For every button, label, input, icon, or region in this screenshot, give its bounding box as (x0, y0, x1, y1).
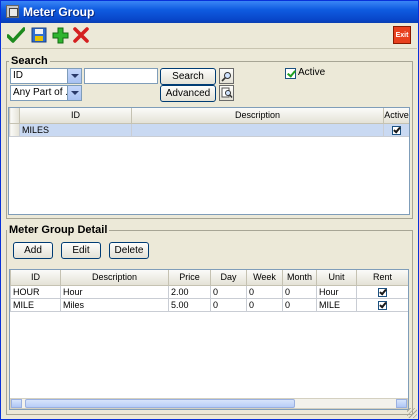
cell-day[interactable]: 0 (210, 284, 247, 299)
cell-price[interactable]: 5.00 (168, 297, 211, 312)
magnifier-icon (221, 71, 231, 82)
rent-checkbox[interactable] (378, 287, 387, 297)
advanced-button-label: Advanced (165, 88, 211, 99)
cell-description[interactable]: Miles (60, 297, 169, 312)
title-bar[interactable]: Meter Group (1, 1, 418, 23)
advanced-search-icon-button[interactable] (219, 85, 234, 101)
cell-id[interactable]: HOUR (10, 284, 61, 299)
delete-icon[interactable] (71, 25, 91, 45)
cell-month[interactable]: 0 (282, 284, 317, 299)
match-mode-select-value: Any Part of ... (13, 87, 74, 98)
active-checkbox[interactable] (285, 68, 296, 79)
scrollbar-thumb[interactable] (25, 399, 295, 408)
search-field-select[interactable]: ID (10, 68, 82, 84)
exit-label: Exit (395, 31, 409, 39)
delete-button-label: Delete (114, 245, 144, 256)
horizontal-scrollbar[interactable] (10, 398, 408, 409)
table-row[interactable]: HOUR Hour 2.00 0 0 0 Hour (10, 284, 408, 299)
row-header-corner (9, 108, 20, 124)
add-button[interactable]: Add (13, 242, 53, 259)
column-header-price[interactable]: Price (168, 270, 211, 286)
toolbar: Exit (2, 23, 417, 49)
cell-price[interactable]: 2.00 (168, 284, 211, 299)
advanced-button[interactable]: Advanced (160, 85, 216, 102)
detail-group-label: Meter Group Detail (7, 224, 110, 236)
column-header-rent[interactable]: Rent (356, 270, 408, 286)
cell-unit[interactable]: MILE (316, 297, 357, 312)
window-title: Meter Group (23, 5, 95, 19)
row-selector[interactable] (9, 122, 20, 137)
column-header-week[interactable]: Week (246, 270, 283, 286)
resize-grip-icon[interactable] (407, 408, 417, 418)
column-header-id[interactable]: ID (19, 108, 132, 124)
match-mode-select[interactable]: Any Part of ... (10, 85, 82, 101)
scroll-left-icon[interactable] (11, 399, 22, 408)
cell-unit[interactable]: Hour (316, 284, 357, 299)
advanced-magnifier-icon (221, 87, 233, 98)
search-button[interactable]: Search (160, 68, 216, 85)
column-header-month[interactable]: Month (282, 270, 317, 286)
delete-button[interactable]: Delete (109, 242, 149, 259)
rent-checkbox[interactable] (378, 300, 387, 310)
meter-group-window: Meter Group Exit Search ID Search Any Pa… (0, 0, 419, 420)
table-row[interactable]: MILE Miles 5.00 0 0 0 MILE (10, 297, 408, 312)
detail-header-row: ID Description Price Day Week Month Unit… (10, 270, 408, 286)
scroll-right-icon[interactable] (396, 399, 407, 408)
exit-button[interactable]: Exit (393, 26, 411, 44)
column-header-description[interactable]: Description (60, 270, 169, 286)
cell-week[interactable]: 0 (246, 284, 283, 299)
checkmark-icon[interactable] (6, 25, 26, 45)
edit-button-label: Edit (72, 245, 90, 256)
column-header-unit[interactable]: Unit (316, 270, 357, 286)
cell-id[interactable]: MILES (19, 122, 132, 137)
cell-rent[interactable] (356, 297, 408, 312)
column-header-id[interactable]: ID (10, 270, 61, 286)
active-label: Active (298, 67, 326, 78)
plus-icon[interactable] (50, 25, 70, 45)
column-header-day[interactable]: Day (210, 270, 247, 286)
search-field-select-value: ID (13, 70, 23, 81)
row-active-checkbox[interactable] (392, 125, 401, 135)
search-button-label: Search (172, 71, 204, 82)
results-header-row: ID Description Active (9, 108, 409, 124)
chevron-down-icon (67, 86, 81, 100)
column-header-description[interactable]: Description (131, 108, 384, 124)
lookup-search-button[interactable] (219, 68, 234, 84)
cell-day[interactable]: 0 (210, 297, 247, 312)
cell-description[interactable]: Hour (60, 284, 169, 299)
save-icon[interactable] (29, 25, 49, 45)
search-input[interactable] (84, 68, 158, 84)
search-group-label: Search (9, 55, 50, 67)
chevron-down-icon (67, 69, 81, 83)
table-row[interactable]: MILES (9, 122, 409, 137)
add-button-label: Add (24, 245, 42, 256)
cell-description[interactable] (131, 122, 384, 137)
column-header-active[interactable]: Active (383, 108, 409, 124)
cell-id[interactable]: MILE (10, 297, 61, 312)
detail-grid: ID Description Price Day Week Month Unit… (9, 269, 409, 410)
window-app-icon (6, 5, 19, 18)
results-grid: ID Description Active MILES (8, 107, 410, 215)
edit-button[interactable]: Edit (61, 242, 101, 259)
cell-month[interactable]: 0 (282, 297, 317, 312)
cell-rent[interactable] (356, 284, 408, 299)
cell-active[interactable] (383, 122, 409, 137)
cell-week[interactable]: 0 (246, 297, 283, 312)
